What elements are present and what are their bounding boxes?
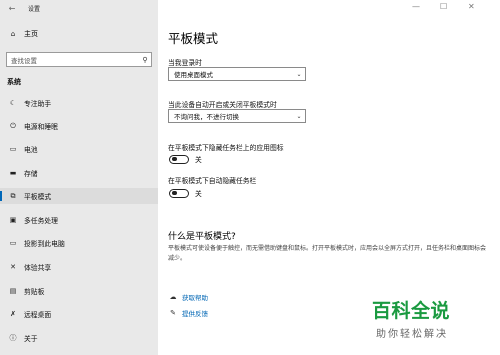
sidebar-item-label: 投影到此电脑	[24, 240, 65, 248]
home-icon: ⌂	[10, 30, 16, 38]
about-description: 平板模式可使设备便于触控，而无需借助键盘和鼠标。打开平板模式时，应用会以全屏方式…	[168, 245, 487, 262]
info-icon: ⓘ	[9, 334, 17, 342]
feedback-link-row: ✎ 提供反馈	[168, 308, 208, 318]
project-icon: ▭	[9, 239, 17, 247]
sidebar-item-label: 电池	[24, 146, 38, 154]
clipboard-icon: ▤	[9, 287, 17, 295]
sidebar-item-remote-desktop[interactable]: ✗ 远程桌面	[0, 306, 158, 322]
sidebar-item-label: 电源和睡眠	[24, 123, 58, 131]
search-placeholder: 查找设置	[11, 56, 37, 65]
hide-taskbar-label: 在平板模式下自动隐藏任务栏	[168, 177, 257, 185]
give-feedback-link[interactable]: 提供反馈	[182, 308, 208, 318]
sidebar: ← 设置 ⌂ 主页 查找设置 ⚲ 系统 ☾ 专注助手 ⏻ 电源和睡眠 ▭ 电池 …	[0, 0, 158, 355]
sidebar-item-power-sleep[interactable]: ⏻ 电源和睡眠	[0, 118, 158, 134]
title-bar: ← 设置	[0, 0, 158, 16]
signin-dropdown[interactable]: 使用桌面模式 ⌄	[168, 67, 306, 81]
battery-icon: ▭	[9, 145, 17, 153]
help-link-row: ☁ 获取帮助	[168, 292, 209, 302]
search-input[interactable]: 查找设置 ⚲	[6, 52, 152, 67]
watermark-main-text: 百科全说	[372, 300, 451, 322]
moon-icon: ☾	[9, 99, 17, 107]
remote-desktop-icon: ✗	[10, 310, 16, 318]
hide-taskbar-state: 关	[195, 190, 202, 198]
tablet-mode-icon: ⧉	[10, 192, 16, 200]
maximize-button[interactable]: ☐	[440, 2, 447, 11]
close-button[interactable]: ✕	[468, 2, 475, 11]
window-title: 设置	[28, 5, 41, 13]
toggle-knob	[172, 190, 177, 196]
auto-switch-dropdown[interactable]: 不询问我，不进行切换 ⌄	[168, 109, 306, 123]
sidebar-item-battery[interactable]: ▭ 电池	[0, 141, 158, 157]
back-arrow-icon[interactable]: ←	[4, 4, 20, 13]
sidebar-item-project[interactable]: ▭ 投影到此电脑	[0, 235, 158, 251]
chevron-down-icon: ⌄	[296, 112, 302, 120]
sidebar-item-label: 剪贴板	[24, 288, 45, 296]
hide-icons-toggle[interactable]	[169, 154, 189, 164]
watermark-sub-text: 助你轻松解决	[376, 329, 448, 340]
search-icon[interactable]: ⚲	[139, 56, 151, 64]
about-heading: 什么是平板模式?	[168, 232, 236, 242]
get-help-link[interactable]: 获取帮助	[182, 292, 208, 302]
power-icon: ⏻	[10, 122, 16, 130]
sidebar-item-multitasking[interactable]: ▣ 多任务处理	[0, 212, 158, 228]
sidebar-item-label: 关于	[24, 335, 38, 343]
sidebar-item-tablet-mode[interactable]: ⧉ 平板模式	[0, 188, 158, 204]
auto-switch-label: 当此设备自动开启或关闭平板模式时	[168, 101, 277, 109]
shared-experiences-icon: ✕	[10, 263, 16, 271]
auto-switch-dropdown-value: 不询问我，不进行切换	[174, 113, 239, 121]
sidebar-item-label: 远程桌面	[24, 311, 52, 319]
multitasking-icon: ▣	[9, 216, 17, 224]
section-heading-system: 系统	[7, 78, 21, 86]
sidebar-item-about[interactable]: ⓘ 关于	[0, 330, 158, 346]
minimize-button[interactable]: —	[412, 2, 420, 11]
page-title: 平板模式	[168, 31, 219, 46]
hide-icons-label: 在平板模式下隐藏任务栏上的应用图标	[168, 144, 284, 152]
chevron-down-icon: ⌄	[296, 70, 302, 78]
storage-icon: ▬	[9, 169, 17, 177]
sidebar-item-focus-assist[interactable]: ☾ 专注助手	[0, 95, 158, 111]
hide-taskbar-toggle-row: 关	[169, 188, 202, 198]
sidebar-item-label: 多任务处理	[24, 217, 58, 225]
feedback-icon: ✎	[170, 309, 176, 317]
sidebar-item-label: 主页	[24, 30, 38, 38]
hide-icons-state: 关	[195, 156, 202, 164]
sidebar-item-label: 体验共享	[24, 264, 52, 272]
sidebar-item-shared-experiences[interactable]: ✕ 体验共享	[0, 259, 158, 275]
toggle-knob	[172, 156, 177, 162]
signin-dropdown-value: 使用桌面模式	[174, 71, 213, 79]
sidebar-item-label: 存储	[24, 170, 38, 178]
help-icon: ☁	[169, 293, 177, 301]
hide-taskbar-toggle[interactable]	[169, 188, 189, 198]
sidebar-item-label: 平板模式	[24, 193, 52, 201]
sidebar-item-storage[interactable]: ▬ 存储	[0, 165, 158, 181]
sidebar-item-clipboard[interactable]: ▤ 剪贴板	[0, 283, 158, 299]
hide-icons-toggle-row: 关	[169, 154, 202, 164]
signin-label: 当我登录时	[168, 59, 202, 67]
sidebar-item-label: 专注助手	[24, 100, 52, 108]
watermark-logo: 百科全说 助你轻松解决	[372, 296, 492, 340]
sidebar-item-home[interactable]: ⌂ 主页	[0, 27, 158, 41]
